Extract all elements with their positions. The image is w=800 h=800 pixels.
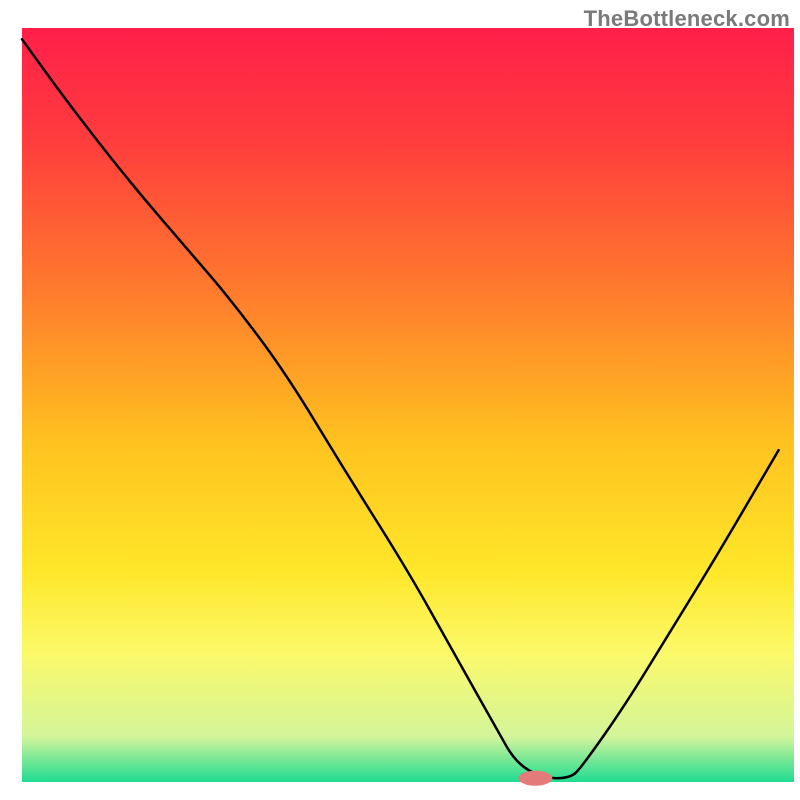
optimal-marker bbox=[518, 771, 552, 786]
gradient-background bbox=[22, 28, 794, 782]
watermark-text: TheBottleneck.com bbox=[584, 6, 790, 32]
chart-svg bbox=[0, 0, 800, 800]
bottleneck-chart: TheBottleneck.com bbox=[0, 0, 800, 800]
